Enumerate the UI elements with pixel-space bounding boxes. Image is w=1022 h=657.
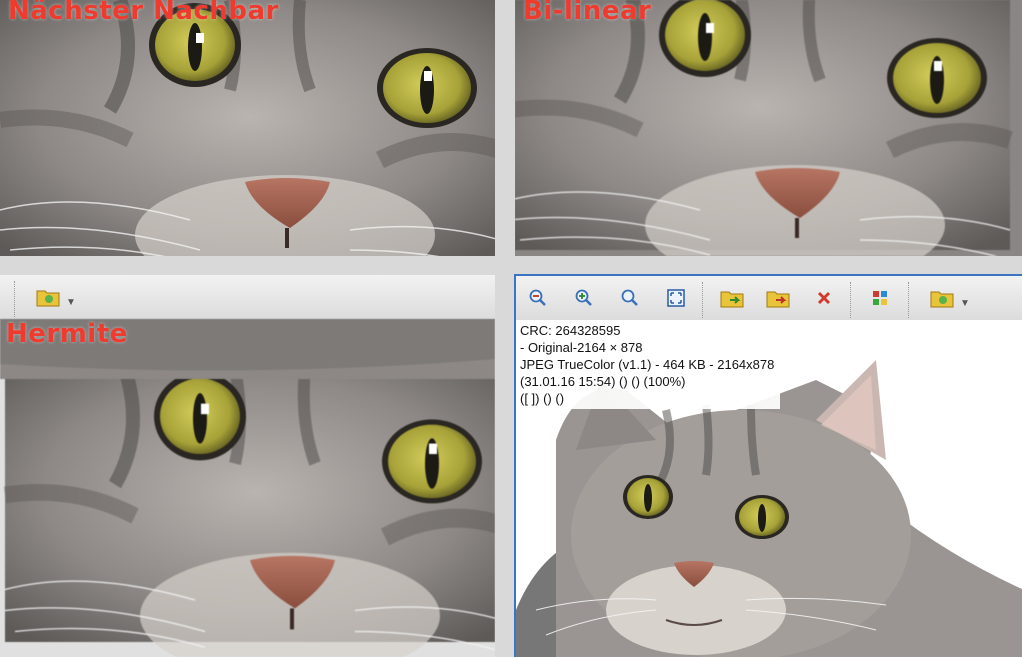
toolbar-separator bbox=[702, 282, 704, 318]
move-to-folder-icon bbox=[766, 291, 790, 308]
info-date-zoom: (31.01.16 15:54) () () (100%) bbox=[520, 374, 686, 389]
toolbar-separator bbox=[14, 281, 16, 317]
info-original-size: - Original-2164 × 878 bbox=[520, 340, 643, 355]
hermite-toolbar: ▼ bbox=[0, 275, 495, 320]
image-canvas[interactable]: CRC: 264328595 - Original-2164 × 878 JPE… bbox=[516, 320, 1022, 657]
copy-to-folder-icon bbox=[720, 291, 744, 308]
fit-window-button[interactable] bbox=[662, 284, 690, 312]
viewer-window: ▼ CRC: 264328595 - Original-2164 × 878 J… bbox=[514, 274, 1022, 657]
dropdown-arrow-icon[interactable]: ▼ bbox=[960, 298, 970, 309]
cat-photo-bilinear bbox=[515, 0, 1022, 256]
toolbar-separator bbox=[850, 282, 852, 318]
cat-photo-nearest bbox=[0, 0, 495, 256]
zoom-original-button[interactable] bbox=[616, 284, 644, 312]
info-extra: ([ ]) () () bbox=[520, 391, 565, 406]
open-folder-button[interactable] bbox=[928, 284, 956, 312]
zoom-in-icon bbox=[575, 289, 592, 306]
pane-label-nearest: Nächster Nachbar bbox=[8, 0, 279, 26]
pane-label-bilinear: Bi-linear bbox=[523, 0, 652, 26]
open-folder-icon bbox=[930, 291, 954, 308]
copy-to-folder-button[interactable] bbox=[718, 284, 746, 312]
delete-button[interactable] bbox=[810, 284, 838, 312]
info-format: JPEG TrueColor (v1.1) - 464 KB - 2164x87… bbox=[520, 357, 775, 372]
zoom-out-button[interactable] bbox=[524, 284, 552, 312]
zoom-in-button[interactable] bbox=[570, 284, 598, 312]
toolbar-separator bbox=[908, 282, 910, 318]
color-palette-icon bbox=[873, 291, 887, 305]
move-to-folder-button[interactable] bbox=[764, 284, 792, 312]
cat-photo-hermite bbox=[0, 319, 495, 657]
delete-icon bbox=[817, 291, 831, 305]
zoom-original-icon bbox=[621, 289, 638, 306]
dropdown-arrow-icon[interactable]: ▼ bbox=[66, 297, 76, 308]
pane-bilinear: Bi-linear bbox=[515, 0, 1022, 256]
color-palette-button[interactable] bbox=[866, 284, 894, 312]
pane-nearest-neighbour: Nächster Nachbar bbox=[0, 0, 495, 256]
zoom-out-icon bbox=[529, 289, 546, 306]
fit-window-icon bbox=[667, 289, 685, 307]
open-folder-button[interactable] bbox=[34, 283, 62, 311]
info-crc: CRC: 264328595 bbox=[520, 323, 621, 338]
pane-label-hermite: Hermite bbox=[6, 319, 128, 349]
pane-hermite: ▼ Hermite bbox=[0, 275, 495, 657]
image-info-overlay: CRC: 264328595 - Original-2164 × 878 JPE… bbox=[520, 322, 781, 409]
viewer-toolbar: ▼ bbox=[516, 276, 1022, 321]
open-folder-icon bbox=[36, 290, 60, 307]
